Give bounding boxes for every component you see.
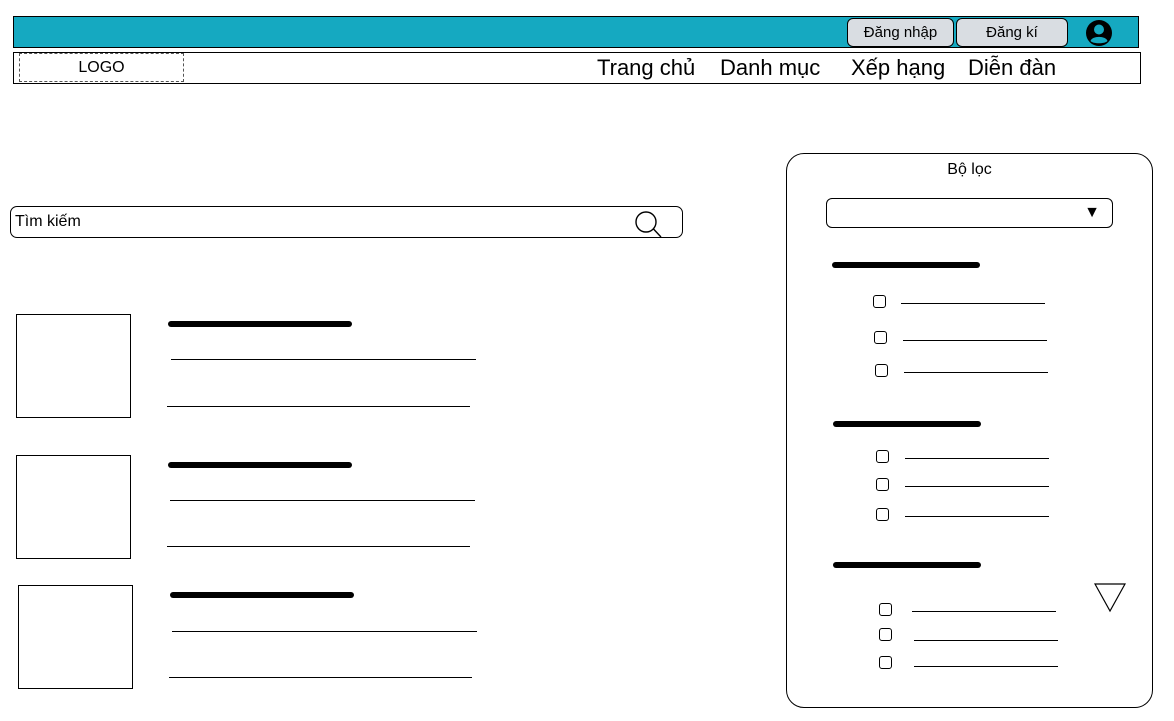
filter-checkbox[interactable] bbox=[879, 603, 892, 616]
filter-option-label bbox=[905, 516, 1049, 517]
nav-item-categories[interactable]: Danh mục bbox=[720, 55, 820, 81]
item-thumbnail[interactable] bbox=[16, 314, 131, 418]
filter-checkbox[interactable] bbox=[876, 450, 889, 463]
nav-item-forum[interactable]: Diễn đàn bbox=[968, 55, 1056, 81]
filter-option-label bbox=[901, 303, 1045, 304]
filter-checkbox[interactable] bbox=[879, 656, 892, 669]
filter-panel bbox=[786, 153, 1153, 708]
item-thumbnail[interactable] bbox=[18, 585, 133, 689]
filter-title: Bộ lọc bbox=[947, 161, 992, 178]
filter-checkbox[interactable] bbox=[873, 295, 886, 308]
search-input[interactable] bbox=[15, 207, 615, 237]
item-title-placeholder[interactable] bbox=[168, 462, 352, 468]
register-button[interactable]: Đăng kí bbox=[956, 18, 1068, 47]
filter-group-heading bbox=[833, 562, 981, 568]
item-text-line bbox=[167, 546, 470, 547]
filter-option-label bbox=[903, 340, 1047, 341]
item-text-line bbox=[167, 406, 470, 407]
filter-dropdown[interactable]: ▼ bbox=[826, 198, 1113, 228]
filter-option-label bbox=[914, 640, 1058, 641]
filter-checkbox[interactable] bbox=[879, 628, 892, 641]
filter-option-label bbox=[912, 611, 1056, 612]
filter-checkbox[interactable] bbox=[876, 508, 889, 521]
filter-group-heading bbox=[833, 421, 981, 427]
triangle-down-icon[interactable] bbox=[1093, 583, 1127, 613]
dropdown-arrow-icon: ▼ bbox=[1084, 204, 1100, 221]
filter-option-label bbox=[904, 372, 1048, 373]
filter-option-label bbox=[905, 486, 1049, 487]
filter-option-label bbox=[905, 458, 1049, 459]
item-text-line bbox=[172, 631, 477, 632]
filter-checkbox[interactable] bbox=[876, 478, 889, 491]
item-text-line bbox=[169, 677, 472, 678]
user-avatar-icon[interactable] bbox=[1085, 19, 1113, 47]
item-text-line bbox=[171, 359, 476, 360]
logo[interactable]: LOGO bbox=[19, 53, 184, 82]
nav-item-home[interactable]: Trang chủ bbox=[597, 55, 695, 81]
item-text-line bbox=[170, 500, 475, 501]
item-thumbnail[interactable] bbox=[16, 455, 131, 559]
nav-item-rankings[interactable]: Xếp hạng bbox=[851, 55, 945, 81]
search-icon[interactable] bbox=[633, 209, 667, 239]
search-box bbox=[10, 206, 683, 238]
login-button[interactable]: Đăng nhập bbox=[847, 18, 954, 47]
filter-checkbox[interactable] bbox=[875, 364, 888, 377]
item-title-placeholder[interactable] bbox=[168, 321, 352, 327]
filter-checkbox[interactable] bbox=[874, 331, 887, 344]
item-title-placeholder[interactable] bbox=[170, 592, 354, 598]
filter-group-heading bbox=[832, 262, 980, 268]
filter-option-label bbox=[914, 666, 1058, 667]
